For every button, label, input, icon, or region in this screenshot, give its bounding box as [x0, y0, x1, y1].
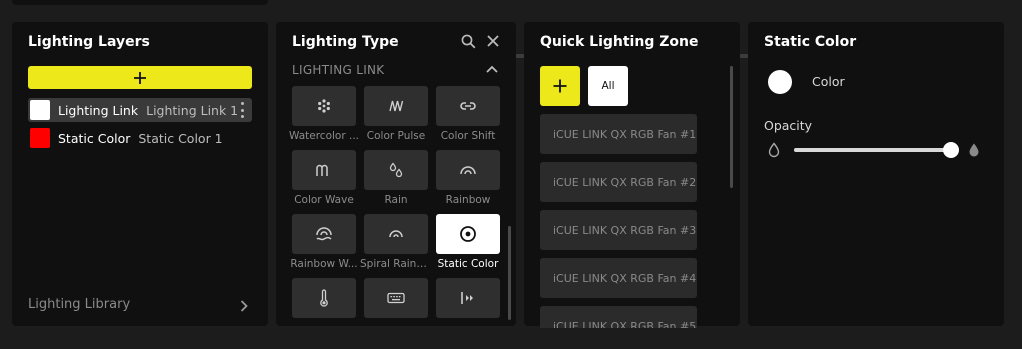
- more-options-icon[interactable]: [240, 102, 244, 118]
- chevron-up-icon[interactable]: [486, 65, 498, 73]
- tile-spiral-rainbow[interactable]: [364, 214, 428, 254]
- tile-color-wave[interactable]: [292, 150, 356, 190]
- panel-divider-handle: [516, 54, 524, 58]
- close-icon[interactable]: [486, 34, 500, 48]
- lighting-type-title: Lighting Type: [292, 34, 399, 50]
- tile-rain[interactable]: [364, 150, 428, 190]
- tile-label: Rain: [384, 194, 408, 206]
- panel-divider-handle: [740, 54, 748, 58]
- watercolor-icon: [318, 99, 330, 113]
- tile-rainbow[interactable]: [436, 150, 500, 190]
- static-color-icon: [460, 226, 476, 242]
- layer-item-lighting-link[interactable]: Lighting Link Lighting Link 1: [28, 98, 252, 122]
- tile-static-color[interactable]: [436, 214, 500, 254]
- add-layer-button[interactable]: [28, 66, 252, 89]
- lighting-layers-title: Lighting Layers: [28, 34, 150, 50]
- tile-label: Static Color: [437, 258, 499, 270]
- tile-keyboard[interactable]: [364, 278, 428, 318]
- tile-label: Color Wave: [294, 194, 354, 206]
- color-label: Color: [812, 74, 845, 89]
- lighting-library-link[interactable]: Lighting Library: [28, 297, 130, 312]
- tile-rainbow-wave[interactable]: [292, 214, 356, 254]
- quick-lighting-zone-title: Quick Lighting Zone: [540, 34, 699, 50]
- plus-icon: [553, 79, 567, 93]
- section-label-lighting-link: LIGHTING LINK: [292, 63, 385, 77]
- tile-temperature[interactable]: [292, 278, 356, 318]
- zone-item[interactable]: iCUE LINK QX RGB Fan #2: [540, 162, 697, 202]
- all-zones-button[interactable]: All: [588, 66, 628, 106]
- opacity-label: Opacity: [764, 118, 813, 133]
- lighting-layers-panel: Lighting Layers Lighting Link Lighting L…: [12, 22, 268, 326]
- rainbow-wave-icon: [316, 227, 332, 241]
- tile-label: Color Shift: [440, 130, 496, 142]
- plus-icon: [134, 71, 146, 84]
- zone-item[interactable]: iCUE LINK QX RGB Fan #3: [540, 210, 697, 250]
- tile-label: Rainbow W...: [290, 258, 358, 270]
- temperature-icon: [320, 289, 328, 307]
- layer-color-swatch: [30, 128, 50, 148]
- opacity-slider-thumb[interactable]: [942, 142, 959, 158]
- rain-icon: [389, 162, 403, 178]
- layer-subname: Lighting Link 1: [146, 102, 239, 118]
- opacity-low-icon: [768, 142, 780, 158]
- layer-name: Static Color: [58, 130, 131, 146]
- layer-item-static-color[interactable]: Static Color Static Color 1: [28, 126, 252, 150]
- color-wave-icon: [316, 164, 328, 176]
- top-strip: [12, 0, 268, 5]
- tile-watercolor[interactable]: [292, 86, 356, 126]
- zone-item[interactable]: iCUE LINK QX RGB Fan #1: [540, 114, 697, 154]
- zone-item[interactable]: iCUE LINK QX RGB Fan #5: [540, 306, 697, 328]
- color-pulse-icon: [389, 100, 404, 112]
- static-color-panel: Static Color Color Opacity: [740, 22, 1004, 326]
- quick-lighting-zone-panel: Quick Lighting Zone All iCUE LINK QX RGB…: [516, 22, 740, 328]
- rainbow-icon: [460, 166, 476, 175]
- zone-list: iCUE LINK QX RGB Fan #1 iCUE LINK QX RGB…: [540, 114, 700, 328]
- tile-color-pulse[interactable]: [364, 86, 428, 126]
- tile-label: Spiral Rainb...: [360, 258, 432, 270]
- layer-subname: Static Color 1: [138, 130, 223, 146]
- color-shift-icon: [460, 102, 476, 110]
- spiral-rainbow-icon: [389, 230, 403, 238]
- tile-label: Rainbow: [445, 194, 491, 206]
- tile-label: Watercolor ...: [288, 130, 359, 142]
- search-icon[interactable]: [461, 34, 476, 49]
- tile-sequential[interactable]: [436, 278, 500, 318]
- zone-list-scrollbar[interactable]: [730, 66, 733, 188]
- opacity-slider-fill: [794, 148, 951, 152]
- sequential-icon: [461, 292, 473, 304]
- lighting-type-scrollbar[interactable]: [508, 226, 511, 320]
- add-zone-button[interactable]: [540, 66, 580, 106]
- chevron-right-icon[interactable]: [240, 300, 248, 312]
- keyboard-icon: [387, 292, 405, 304]
- opacity-slider[interactable]: [794, 142, 959, 158]
- layer-name: Lighting Link: [58, 102, 139, 118]
- tile-label: Color Pulse: [366, 130, 426, 142]
- opacity-high-icon: [969, 143, 979, 157]
- tile-color-shift[interactable]: [436, 86, 500, 126]
- layer-color-swatch: [30, 100, 50, 120]
- zone-item[interactable]: iCUE LINK QX RGB Fan #4: [540, 258, 697, 298]
- lighting-type-panel: Lighting Type LIGHTING LINK Watercolor .…: [276, 22, 516, 326]
- static-color-title: Static Color: [764, 34, 857, 50]
- color-picker-swatch[interactable]: [768, 70, 792, 94]
